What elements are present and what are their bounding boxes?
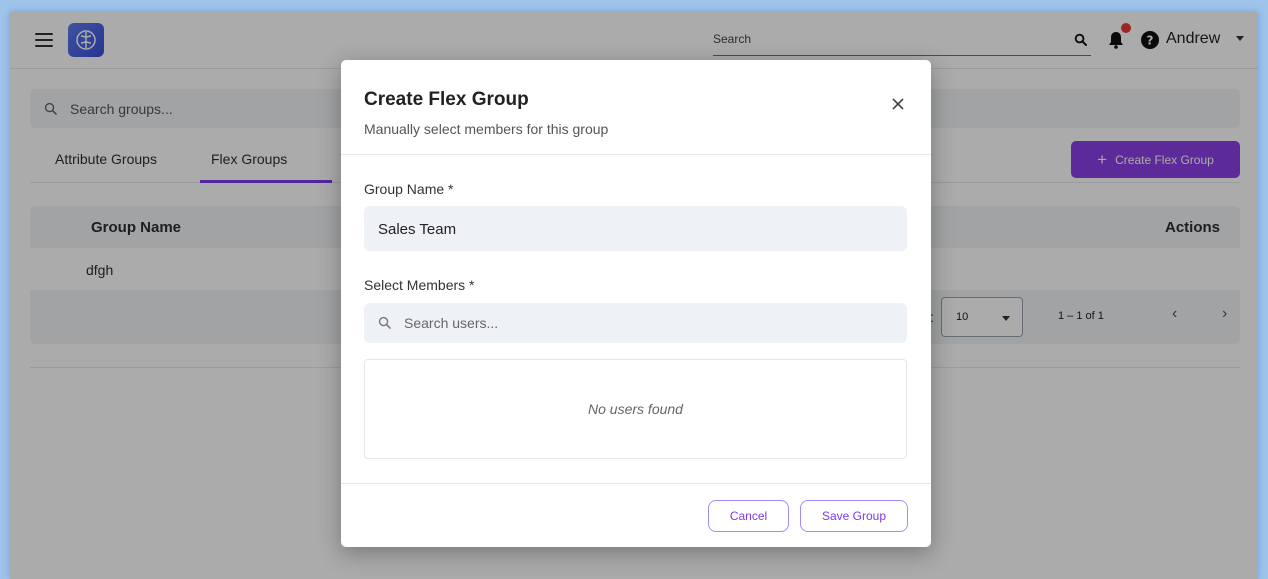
close-icon[interactable] [891, 97, 905, 111]
cancel-button[interactable]: Cancel [708, 500, 789, 532]
dialog-title: Create Flex Group [364, 89, 529, 110]
group-name-field[interactable]: Sales Team [364, 206, 907, 251]
users-search-input[interactable]: Search users... [364, 303, 907, 343]
users-list: No users found [364, 359, 907, 459]
app-window: Search ? Andrew Search groups... Attribu… [10, 12, 1258, 579]
empty-message: No users found [588, 401, 683, 417]
group-name-label: Group Name * [364, 181, 454, 197]
dialog-header-divider [341, 154, 931, 155]
users-search-placeholder: Search users... [404, 315, 499, 331]
dialog-subtitle: Manually select members for this group [364, 121, 609, 137]
select-members-label: Select Members * [364, 277, 475, 293]
save-group-button[interactable]: Save Group [800, 500, 908, 532]
group-name-value: Sales Team [378, 221, 457, 238]
dialog-footer-divider [341, 483, 931, 484]
search-icon [378, 316, 391, 334]
create-flex-group-dialog: Create Flex Group Manually select member… [341, 60, 931, 547]
